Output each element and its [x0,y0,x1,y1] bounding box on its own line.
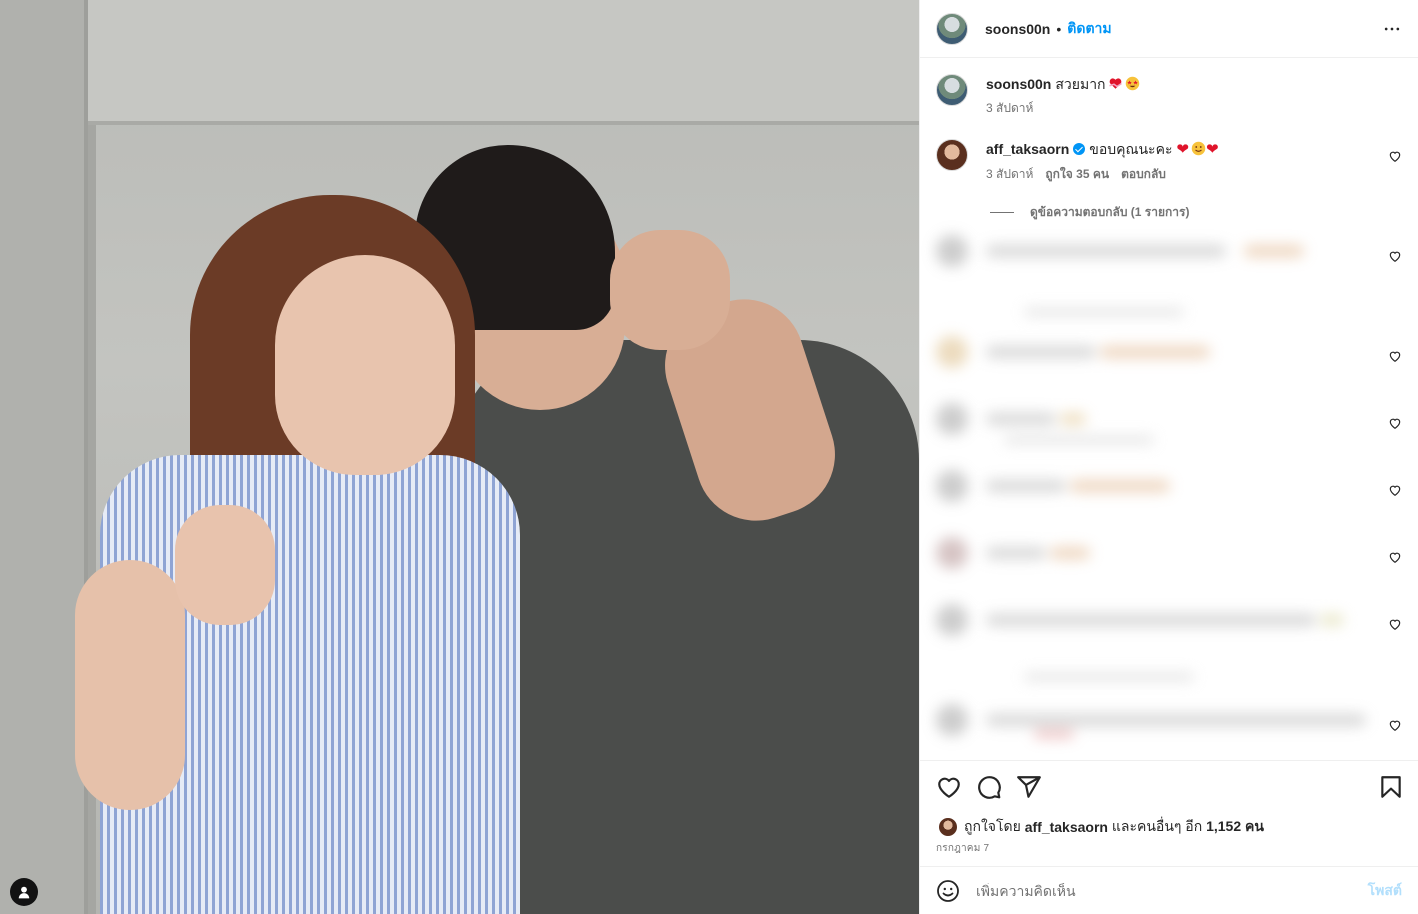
post-actions [920,760,1418,812]
comment-time[interactable]: 3 สัปดาห์ [986,165,1033,183]
liker-avatar [938,817,958,837]
like-heart-icon[interactable] [936,774,962,800]
header-separator: • [1056,20,1062,37]
likes-summary[interactable]: ถูกใจโดย aff_taksaorn และคนอื่นๆ อีก 1,1… [938,816,1264,838]
star-struck-icon [1125,76,1139,91]
heart-with-ribbon-icon [1108,78,1122,89]
comments-list[interactable]: soons00n สวยมาก 3 สัปดาห์ aff_taksaorn ขอบ… [920,58,1418,760]
comment-like-heart-icon[interactable] [1388,149,1402,163]
comment-like-heart-icon[interactable] [1388,249,1402,263]
post-header: soons00n • ติดตาม [920,0,1418,58]
post-comment-button[interactable]: โพสต์ [1368,880,1402,902]
user-icon [18,886,30,899]
comment-like-heart-icon[interactable] [1388,349,1402,363]
caption-username[interactable]: soons00n [986,76,1051,92]
post-date[interactable]: กรกฎาคม 7 [936,841,989,856]
author-username[interactable]: soons00n [985,21,1050,37]
comment-item: aff_taksaorn ขอบคุณนะคะ ❤ ❤ 3 สัปดาห์ ถูกใ… [936,139,1402,183]
share-send-icon[interactable] [1016,774,1042,800]
woman-heart-hand [175,505,275,625]
red-heart-emoji-icon: ❤ [1205,141,1219,158]
follow-button[interactable]: ติดตาม [1067,18,1111,40]
post-side-panel: soons00n • ติดตาม soons00n สวยมาก 3 สัปดา… [919,0,1418,914]
likes-count[interactable]: 1,152 คน [1206,816,1264,838]
smiling-face-icon [1191,141,1206,156]
reply-button[interactable]: ตอบกลับ [1121,165,1166,183]
verified-badge-icon [1073,143,1086,155]
comment-composer: โพสต์ [920,866,1418,914]
comment-like-heart-icon[interactable] [1388,617,1402,631]
comment-input[interactable] [976,882,1360,899]
caption-item: soons00n สวยมาก 3 สัปดาห์ [936,74,1402,117]
author-avatar[interactable] [936,12,968,45]
save-bookmark-icon[interactable] [1378,774,1404,800]
emoji-smile-icon[interactable] [936,879,960,903]
caption-author-avatar[interactable] [936,74,968,106]
comment-like-heart-icon[interactable] [1388,416,1402,430]
view-replies-button[interactable]: ดูข้อความตอบกลับ (1 รายการ) [990,203,1189,222]
commenter-username[interactable]: aff_taksaorn [986,141,1069,157]
comment-bubble-icon[interactable] [976,774,1002,800]
man-peace-hand [610,230,730,350]
post-photo[interactable] [0,0,919,914]
comment-like-heart-icon[interactable] [1388,550,1402,564]
comment-like-heart-icon[interactable] [1388,718,1402,732]
liker-username[interactable]: aff_taksaorn [1025,819,1108,835]
wall-panel [88,0,919,125]
likes-prefix: ถูกใจโดย [964,818,1021,834]
caption-time[interactable]: 3 สัปดาห์ [986,99,1033,117]
comment-text: ขอบคุณนะคะ [1089,141,1173,157]
comment-likes-count[interactable]: ถูกใจ 35 คน [1045,165,1109,183]
woman-face [275,255,455,475]
wall-background [0,0,88,914]
more-horizontal-icon [1384,27,1400,31]
comment-like-heart-icon[interactable] [1388,483,1402,497]
caption-text: สวยมาก [1055,76,1106,92]
commenter-avatar[interactable] [936,139,968,171]
red-heart-emoji-icon: ❤ [1176,141,1189,158]
likes-middle: และคนอื่นๆ อีก [1111,818,1203,834]
woman-arm [75,560,185,810]
tagged-users-button[interactable] [10,878,38,906]
blurred-comments [924,230,1368,760]
more-options-button[interactable] [1380,17,1404,41]
